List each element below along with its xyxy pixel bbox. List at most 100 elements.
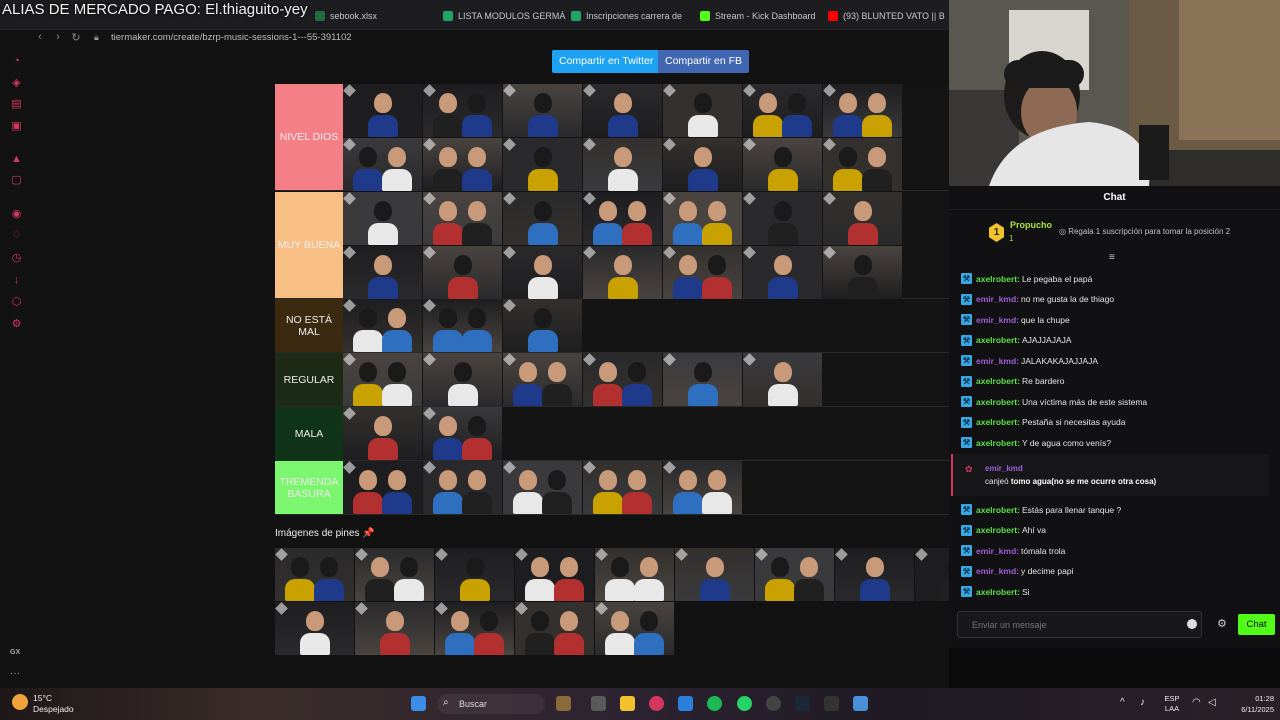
url-text[interactable]: tiermaker.com/create/bzrp-music-sessions… [111, 32, 352, 43]
tier-item-image[interactable] [743, 353, 822, 406]
tier-item-image[interactable] [823, 84, 902, 137]
sidebar-download-icon[interactable]: ↓ [10, 274, 23, 287]
chat-username[interactable]: emir_kmd: [976, 294, 1019, 304]
tier-item-image[interactable] [663, 461, 742, 514]
tier-item-image[interactable] [663, 246, 742, 299]
chat-settings-icon[interactable]: ⚙ [1217, 617, 1227, 630]
tier-item-image[interactable] [355, 602, 434, 655]
weather-icon[interactable] [12, 694, 28, 710]
reward-user[interactable]: emir_kmd [985, 464, 1023, 473]
game-app-icon[interactable] [556, 696, 571, 711]
sidebar-extensions-icon[interactable]: ⬡ [10, 296, 23, 309]
tier-item-image[interactable] [503, 192, 582, 245]
chat-username[interactable]: axelrobert: [976, 525, 1020, 535]
tier-label[interactable]: NO ESTÁ MAL [275, 299, 343, 352]
sidebar-discord-icon[interactable]: ▲ [10, 153, 23, 166]
tier-item-image[interactable] [503, 353, 582, 406]
tier-item-image[interactable] [275, 548, 354, 601]
tier-item-image[interactable] [663, 353, 742, 406]
tier-label[interactable]: MUY BUENA [275, 192, 343, 298]
tier-item-image[interactable] [515, 548, 594, 601]
tier-item-image[interactable] [423, 246, 502, 299]
tier-item-image[interactable] [595, 602, 674, 655]
emoji-icon[interactable] [1187, 619, 1197, 629]
gift-sub-note[interactable]: ◎ Regala 1 suscripción para tomar la pos… [1059, 227, 1230, 236]
tier-item-image[interactable] [755, 548, 834, 601]
pinned-user[interactable]: Propucho [1010, 220, 1052, 230]
chat-username[interactable]: axelrobert: [976, 587, 1020, 597]
tier-item-image[interactable] [343, 461, 422, 514]
reload-icon[interactable]: ↻ [69, 31, 83, 44]
tier-item-image[interactable] [743, 138, 822, 191]
tier-label[interactable]: MALA [275, 407, 343, 460]
chat-username[interactable]: emir_kmd: [976, 315, 1019, 325]
tier-item-image[interactable] [743, 84, 822, 137]
notepad-icon[interactable] [853, 696, 868, 711]
chat-send-button[interactable]: Chat [1238, 614, 1275, 635]
tier-item-image[interactable] [275, 602, 354, 655]
tier-item-image[interactable] [583, 353, 662, 406]
chat-username[interactable]: axelrobert: [976, 274, 1020, 284]
tier-item-image[interactable] [435, 602, 514, 655]
chat-username[interactable]: axelrobert: [976, 438, 1020, 448]
spotify-icon[interactable] [707, 696, 722, 711]
tier-item-image[interactable] [343, 138, 422, 191]
epic-games-icon[interactable] [824, 696, 839, 711]
tier-item-image[interactable] [423, 299, 502, 352]
tab-youtube[interactable]: (93) BLUNTED VATO || B [828, 8, 945, 24]
tier-item-image[interactable] [663, 84, 742, 137]
tier-item-image[interactable] [423, 192, 502, 245]
sidebar-player-icon[interactable]: ◉ [10, 208, 23, 221]
tier-item-image[interactable] [423, 84, 502, 137]
tier-item-image[interactable] [743, 246, 822, 299]
tier-item-image[interactable] [423, 407, 502, 460]
tier-item-image[interactable] [343, 407, 422, 460]
sidebar-history-icon[interactable]: ◷ [10, 252, 23, 265]
tier-item-image[interactable] [503, 299, 582, 352]
tier-item-image[interactable] [823, 246, 902, 299]
tier-item-image[interactable] [355, 548, 434, 601]
chat-username[interactable]: emir_kmd: [976, 546, 1019, 556]
tier-item-image[interactable] [435, 548, 514, 601]
tier-item-image[interactable] [663, 138, 742, 191]
tier-item-image[interactable] [343, 299, 422, 352]
tier-label[interactable]: TREMENDA BASURA [275, 461, 343, 514]
windows-start-icon[interactable] [411, 696, 426, 711]
language-indicator[interactable]: ESP LAA [1160, 694, 1184, 714]
chat-username[interactable]: axelrobert: [976, 417, 1020, 427]
collapse-icon[interactable]: ≡ [1109, 252, 1115, 263]
tier-item-image[interactable] [583, 138, 662, 191]
sidebar-game-icon[interactable]: ◈ [10, 77, 23, 90]
sidebar-chat-icon[interactable]: ▢ [10, 174, 23, 187]
tier-item-image[interactable] [675, 548, 754, 601]
chat-message-input[interactable] [958, 612, 1178, 637]
sidebar-twitch-icon[interactable]: ▤ [10, 98, 23, 111]
taskbar-clock[interactable]: 01:28 6/11/2025 [1226, 693, 1274, 715]
tier-item-image[interactable] [583, 192, 662, 245]
chat-username[interactable]: axelrobert: [976, 335, 1020, 345]
store-icon[interactable] [678, 696, 693, 711]
tier-item-image[interactable] [663, 192, 742, 245]
whatsapp-icon[interactable] [737, 696, 752, 711]
forward-icon[interactable]: › [51, 31, 65, 43]
tab-excel[interactable]: sebook.xlsx [315, 8, 377, 24]
file-explorer-icon[interactable] [620, 696, 635, 711]
share-fb-button[interactable]: Compartir en FB [658, 50, 750, 73]
share-twitter-button[interactable]: Compartir en Twitter [552, 50, 661, 73]
chat-username[interactable]: axelrobert: [976, 397, 1020, 407]
tier-item-image[interactable] [343, 192, 422, 245]
tier-item-image[interactable] [343, 246, 422, 299]
tier-item-image[interactable] [423, 138, 502, 191]
tab-lista-modulos[interactable]: LISTA MODULOS GERMÁ [443, 8, 565, 24]
steam-icon[interactable] [795, 696, 810, 711]
tier-label[interactable]: REGULAR [275, 353, 343, 406]
chat-username[interactable]: emir_kmd: [976, 356, 1019, 366]
obs-icon[interactable] [766, 696, 781, 711]
opera-gx-icon[interactable] [649, 696, 664, 711]
tier-item-image[interactable] [343, 353, 422, 406]
tier-item-image[interactable] [583, 84, 662, 137]
mic-icon[interactable]: ♪ [1140, 698, 1145, 708]
chat-username[interactable]: axelrobert: [976, 376, 1020, 386]
tier-item-image[interactable] [343, 84, 422, 137]
tab-inscripciones[interactable]: Inscripciones carrera de [571, 8, 682, 24]
